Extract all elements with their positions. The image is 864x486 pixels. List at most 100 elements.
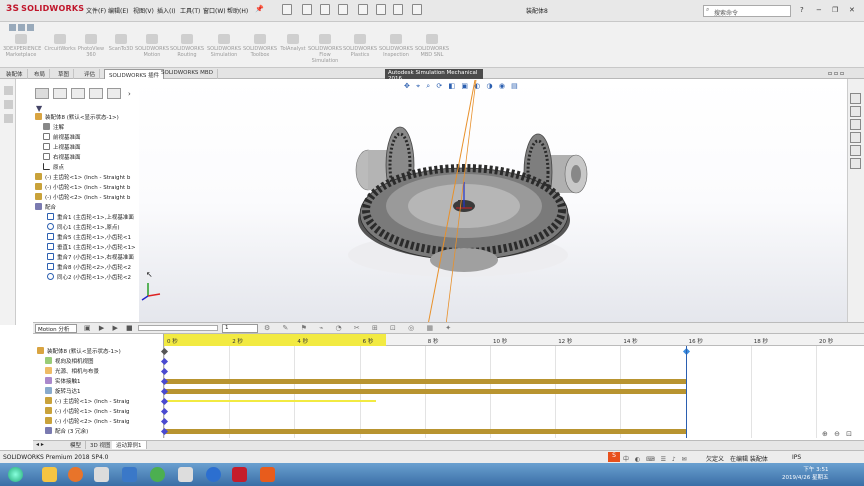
new-doc-icon[interactable] [282,4,292,15]
playback-speed-select[interactable]: 1 [222,324,258,333]
key-bar[interactable] [164,379,686,384]
solidworks-taskbar-icon[interactable] [232,467,247,482]
ribbon-tolanalyst[interactable]: TolAnalyst [275,34,311,52]
tree-item-right-plane[interactable]: 右视基准面 [35,153,135,163]
key-bar[interactable] [164,429,686,434]
filter-icon[interactable]: ▼ [36,104,42,113]
tab-evaluate[interactable]: 评估 [80,69,101,79]
pin-icon[interactable]: 📌 [255,5,264,13]
appearances-icon[interactable] [850,145,861,156]
tree-item-mate[interactable]: 重合8 (小齿轮<2>,小齿轮<2 [35,263,135,273]
chevron-right-icon[interactable]: › [128,90,131,98]
ribbon-mbd-snl[interactable]: SOLIDWORKS MBD SNL [414,34,450,58]
close-icon[interactable]: ✕ [849,6,855,14]
explorer-icon[interactable] [42,467,57,482]
system-tray-clock[interactable]: 下午 3:51 2019/4/26 星期五 [782,466,828,482]
motion-tree-mates[interactable]: 配合 (3 冗余) [37,427,162,437]
motion-tree-camera[interactable]: 视向及相机视图 [37,357,162,367]
rebuild-icon[interactable] [393,4,403,15]
tab-autodesk-simulation[interactable]: Autodesk Simulation Mechanical 2016 [385,69,483,82]
study-type-select[interactable]: Motion 分析 [35,324,77,333]
chat-icon[interactable] [206,467,221,482]
motion-timeline[interactable] [164,334,864,438]
recorder-icon[interactable] [260,467,275,482]
sw-resources-icon[interactable] [850,93,861,104]
file-explorer-icon[interactable] [850,119,861,130]
motion-tool-icons[interactable]: ⚙ ✎ ⚑ ⌁ ◔ ✂ ⊞ ⊡ ◎ ▦ ✦ [264,324,456,332]
tree-item-pinion-2[interactable]: (-) 小齿轮<2> (Inch - Straight b [35,193,135,203]
ribbon-sw-toolbox[interactable]: SOLIDWORKS Toolbox [242,34,278,58]
motion-tree-lights[interactable]: 光源、相机与布景 [37,367,162,377]
print-icon[interactable] [338,4,348,15]
mail-icon[interactable] [122,467,137,482]
feature-tree-tab-icon[interactable] [35,88,49,99]
tree-item-mate[interactable]: 同心2 (小齿轮<1>,小齿轮<2 [35,273,135,283]
tab-layout[interactable]: 布局 [30,69,51,79]
ribbon-flow-simulation[interactable]: SOLIDWORKS Flow Simulation [307,34,343,64]
menu-view[interactable]: 视图(V) [133,6,154,15]
tree-item-mate[interactable]: 重合7 (小齿轮<1>,右视基准面 [35,253,135,263]
tree-item-origin[interactable]: 原点 [35,163,135,173]
help-icon[interactable]: ? [800,6,804,14]
search-input[interactable]: 搜索命令 [703,5,791,17]
solidworks-logo[interactable]: 3S SOLIDWORKS [6,4,84,14]
tree-item-mate[interactable]: 重合5 (主齿轮<1>,小齿轮<1 [35,233,135,243]
start-button[interactable] [8,467,23,482]
tab-options-icons[interactable]: ▫ ▫ ▫ [828,70,844,77]
tab-model[interactable]: 模型 [66,441,87,449]
end-time-marker[interactable] [685,346,687,438]
tab-motion-study[interactable]: 运动算例1 [112,441,147,449]
undo-icon[interactable] [358,4,368,15]
config-tab-icon[interactable] [71,88,85,99]
motion-tree-motor[interactable]: 旋转马达1 [37,387,162,397]
ime-icon[interactable]: S [608,452,620,462]
property-tab-icon[interactable] [53,88,67,99]
ribbon-inspection[interactable]: SOLIDWORKS Inspection [378,34,414,58]
tree-item-main-gear[interactable]: (-) 主齿轮<1> (Inch - Straight b [35,173,135,183]
menu-window[interactable]: 窗口(W) [203,6,226,15]
menu-insert[interactable]: 插入(I) [157,6,175,15]
tree-item-annotations[interactable]: 注解 [35,123,135,133]
motion-tree-root[interactable]: 装配体8 (默认<显示状态-1>) [37,347,162,357]
motion-tree-pinion-2[interactable]: (-) 小齿轮<2> (Inch - Straig [37,417,162,427]
ribbon-plastics[interactable]: SOLIDWORKS Plastics [342,34,378,58]
tree-item-mates[interactable]: 配合 [35,203,135,213]
tab-sw-addins[interactable]: SOLIDWORKS 插件 [104,69,165,79]
minimize-icon[interactable]: − [816,6,822,14]
files-icon[interactable] [178,467,193,482]
playback-slider[interactable] [138,325,218,331]
firefox-icon[interactable] [68,467,83,482]
tab-sketch[interactable]: 草图 [54,69,75,79]
tree-item-mate[interactable]: 同心1 (主齿轮<1>,原点) [35,223,135,233]
motion-tree-contact[interactable]: 实体接触1 [37,377,162,387]
tab-assembly[interactable]: 装配体 [2,69,28,79]
menu-file[interactable]: 文件(F) [86,6,106,15]
design-library-icon[interactable] [850,106,861,117]
dimxpert-tab-icon[interactable] [89,88,103,99]
app-icon[interactable] [94,467,109,482]
tree-item-top-plane[interactable]: 上视基准面 [35,143,135,153]
menu-edit[interactable]: 编辑(E) [108,6,128,15]
custom-properties-icon[interactable] [850,158,861,169]
chrome-icon[interactable] [150,467,165,482]
select-icon[interactable] [376,4,386,15]
tree-item-mate[interactable]: 垂直1 (主齿轮<1>,小齿轮<1> [35,243,136,253]
ribbon-sw-simulation[interactable]: SOLIDWORKS Simulation [206,34,242,58]
view-palette-icon[interactable] [850,132,861,143]
playback-controls[interactable]: ▣ ▶ ▶ ■ [84,324,136,332]
ribbon-3dexperience-marketplace[interactable]: 3DEXPERIENCE Marketplace [3,34,41,58]
status-units[interactable]: IPS [792,454,801,461]
zoom-icons[interactable]: ⊕ ⊖ ⊡ [822,430,854,438]
ribbon-sw-motion[interactable]: SOLIDWORKS Motion [134,34,170,58]
menu-tools[interactable]: 工具(T) [180,6,200,15]
save-icon[interactable] [320,4,330,15]
display-tab-icon[interactable] [107,88,121,99]
tree-item-pinion-1[interactable]: (-) 小齿轮<1> (Inch - Straight b [35,183,135,193]
tab-scroll-icons[interactable]: ◂ ▸ [36,441,44,448]
menu-help[interactable]: 帮助(H) [227,6,248,15]
open-icon[interactable] [302,4,312,15]
ime-tool-icons[interactable]: 中 ◐ ⌨ ☰ ♪ ✉ [623,454,689,463]
tree-item-front-plane[interactable]: 前视基准面 [35,133,135,143]
key-bar[interactable] [164,389,686,394]
smart-dim-icon[interactable] [4,100,13,109]
